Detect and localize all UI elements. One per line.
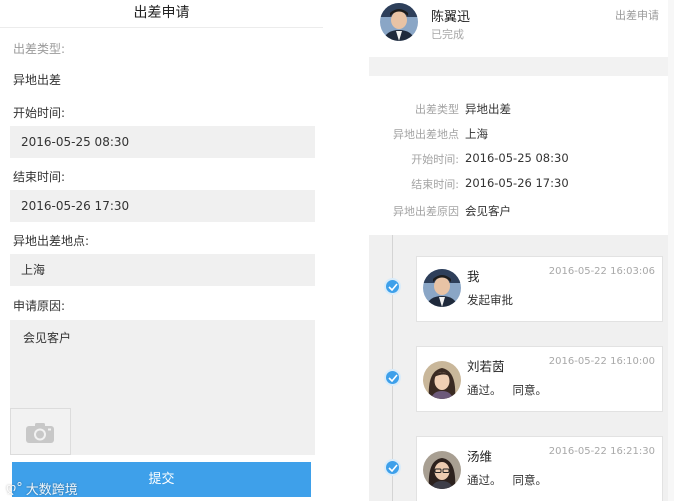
approval-comment: 通过。 同意。 xyxy=(467,383,547,397)
watermark-text: 大数跨境 xyxy=(25,483,78,498)
avatar-image xyxy=(423,451,461,489)
avatar-image xyxy=(423,269,461,307)
location-label: 异地出差地点: xyxy=(13,234,90,248)
detail-key: 异地出差地点 xyxy=(393,128,459,141)
end-time-label: 结束时间: xyxy=(13,170,66,184)
detail-key: 开始时间: xyxy=(411,153,459,166)
approval-time: 2016-05-22 16:10:00 xyxy=(548,356,655,367)
weibo-logo-icon: ღ° xyxy=(6,481,23,496)
avatar-image xyxy=(423,361,461,399)
detail-row: 开始时间: 2016-05-25 08:30 xyxy=(369,151,668,169)
camera-icon xyxy=(26,423,54,443)
detail-row: 出差类型 异地出差 xyxy=(369,101,668,119)
approver-name: 刘若茵 xyxy=(467,359,505,374)
reason-text: 会见客户 xyxy=(23,331,72,345)
approval-time: 2016-05-22 16:03:06 xyxy=(548,266,655,277)
detail-row: 异地出差原因 会见客户 xyxy=(369,203,668,221)
applicant-name: 陈翼迅 xyxy=(431,10,471,25)
location-field[interactable]: 上海 xyxy=(10,254,315,286)
reason-label: 申请原因: xyxy=(13,299,66,313)
detail-value: 上海 xyxy=(465,127,488,141)
detail-key: 异地出差原因 xyxy=(393,205,459,218)
avatar-image xyxy=(380,3,418,41)
detail-value: 2016-05-26 17:30 xyxy=(465,176,569,190)
approval-detail-screen: 陈翼迅 已完成 出差申请 出差类型 异地出差 异地出差地点 上海 开始时间: 2… xyxy=(369,0,668,501)
start-time-field[interactable]: 2016-05-25 08:30 xyxy=(10,126,315,158)
approver-avatar xyxy=(423,451,461,489)
timeline-card: 我 2016-05-22 16:03:06 发起审批 xyxy=(416,256,663,322)
approver-avatar xyxy=(423,269,461,307)
application-form-screen: 出差申请 出差类型: 异地出差 开始时间: 2016-05-25 08:30 结… xyxy=(0,0,323,501)
detail-row: 异地出差地点 上海 xyxy=(369,126,668,144)
applicant-avatar xyxy=(380,3,418,41)
timeline-card: 刘若茵 2016-05-22 16:10:00 通过。 同意。 xyxy=(416,346,663,412)
add-photo-button[interactable] xyxy=(10,408,71,455)
check-icon xyxy=(384,278,401,295)
page-title: 出差申请 xyxy=(0,0,323,28)
timeline-card: 汤维 2016-05-22 16:21:30 通过。 同意。 xyxy=(416,436,663,501)
trip-type-value[interactable]: 异地出差 xyxy=(13,71,61,88)
detail-value: 异地出差 xyxy=(465,102,511,116)
detail-value: 2016-05-25 08:30 xyxy=(465,151,569,165)
watermark: ღ° 大数跨境 xyxy=(6,479,78,498)
detail-row: 结束时间: 2016-05-26 17:30 xyxy=(369,176,668,194)
detail-key: 结束时间: xyxy=(411,178,459,191)
status-badge: 已完成 xyxy=(431,28,464,41)
trip-type-label: 出差类型: xyxy=(13,42,66,56)
detail-key: 出差类型 xyxy=(415,103,459,116)
request-type: 出差申请 xyxy=(615,9,659,22)
approval-time: 2016-05-22 16:21:30 xyxy=(548,446,655,457)
check-icon xyxy=(384,369,401,386)
start-time-label: 开始时间: xyxy=(13,106,66,120)
screen-edge xyxy=(668,0,674,501)
approval-comment: 通过。 同意。 xyxy=(467,473,547,487)
detail-value: 会见客户 xyxy=(465,204,511,218)
approver-name: 我 xyxy=(467,269,480,284)
check-icon xyxy=(384,459,401,476)
section-divider xyxy=(369,57,668,76)
end-time-field[interactable]: 2016-05-26 17:30 xyxy=(10,190,315,222)
approver-name: 汤维 xyxy=(467,449,493,464)
approver-avatar xyxy=(423,361,461,399)
approval-comment: 发起审批 xyxy=(467,293,513,307)
